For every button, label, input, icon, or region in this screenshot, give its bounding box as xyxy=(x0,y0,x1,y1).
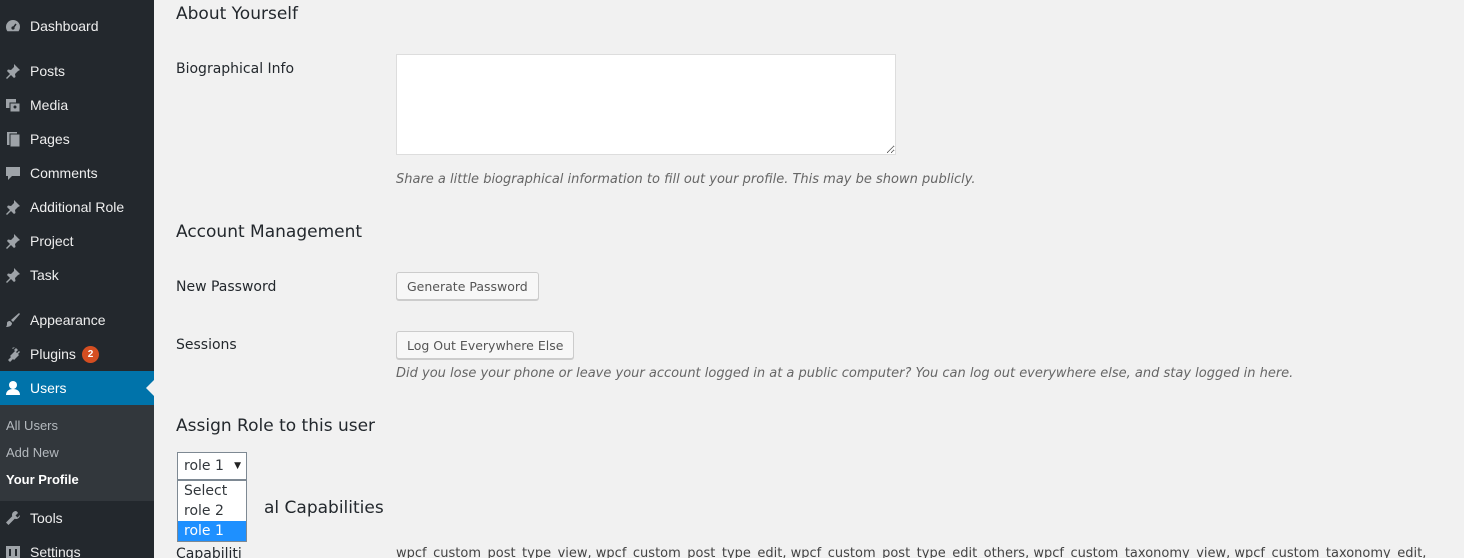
logout-everywhere-button[interactable]: Log Out Everywhere Else xyxy=(396,331,575,359)
sidebar-item-posts[interactable]: Posts xyxy=(0,54,154,88)
sidebar-item-label: Task xyxy=(30,267,59,283)
role-select[interactable]: role 1 ▼ xyxy=(177,452,247,480)
role-option-role-2[interactable]: role 2 xyxy=(178,501,246,521)
sidebar-item-label: Plugins xyxy=(30,346,76,362)
brush-icon xyxy=(4,311,22,329)
sidebar-item-dashboard[interactable]: Dashboard xyxy=(0,9,154,43)
sidebar-item-label: Users xyxy=(30,380,67,396)
section-title-assign-role: Assign Role to this user xyxy=(176,416,376,436)
wrench-icon xyxy=(4,509,22,527)
dashboard-icon xyxy=(4,17,22,35)
sidebar-item-label: Tools xyxy=(30,510,63,526)
pin-icon xyxy=(4,232,22,250)
section-title-account: Account Management xyxy=(176,222,363,242)
sidebar-item-label: Posts xyxy=(30,63,66,79)
sidebar-item-users[interactable]: Users xyxy=(0,371,154,405)
sidebar-item-label: Dashboard xyxy=(30,18,99,34)
new-password-label: New Password xyxy=(176,279,277,295)
sidebar-item-label: Project xyxy=(30,233,74,249)
settings-icon xyxy=(4,543,22,558)
submenu-item-all-users[interactable]: All Users xyxy=(6,418,58,433)
sessions-label: Sessions xyxy=(176,337,237,353)
sidebar-item-additional-role[interactable]: Additional Role xyxy=(0,190,154,224)
sidebar-item-label: Additional Role xyxy=(30,199,125,215)
update-count-badge: 2 xyxy=(82,346,99,363)
capabilities-label: Capabiliti xyxy=(176,546,242,558)
users-submenu: All Users Add New Your Profile xyxy=(0,405,154,501)
role-option-select[interactable]: Select xyxy=(178,481,246,501)
submenu-item-add-new[interactable]: Add New xyxy=(6,445,59,460)
sidebar-item-label: Appearance xyxy=(30,312,106,328)
sidebar-item-pages[interactable]: Pages xyxy=(0,122,154,156)
sidebar-item-label: Media xyxy=(30,97,69,113)
pin-icon xyxy=(4,62,22,80)
comment-icon xyxy=(4,164,22,182)
bio-label: Biographical Info xyxy=(176,61,295,77)
sidebar-item-appearance[interactable]: Appearance xyxy=(0,303,154,337)
sidebar-item-plugins[interactable]: Plugins 2 xyxy=(0,337,154,371)
user-icon xyxy=(4,379,22,397)
sidebar-item-media[interactable]: Media xyxy=(0,88,154,122)
sessions-description: Did you lose your phone or leave your ac… xyxy=(396,366,1294,381)
dropdown-arrow-icon: ▼ xyxy=(234,461,241,471)
sidebar-item-label: Comments xyxy=(30,165,98,181)
generate-password-button[interactable]: Generate Password xyxy=(396,272,539,300)
pin-icon xyxy=(4,266,22,284)
pin-icon xyxy=(4,198,22,216)
media-icon xyxy=(4,96,22,114)
pages-icon xyxy=(4,130,22,148)
capabilities-list: wpcf_custom_post_type_view, wpcf_custom_… xyxy=(396,546,1427,558)
bio-textarea[interactable] xyxy=(396,54,896,155)
sidebar-item-task[interactable]: Task xyxy=(0,258,154,292)
bio-description: Share a little biographical information … xyxy=(396,172,976,187)
section-title-capabilities: al Capabilities xyxy=(264,498,384,518)
sidebar-item-label: Pages xyxy=(30,131,70,147)
sidebar-item-tools[interactable]: Tools xyxy=(0,501,154,535)
active-indicator-arrow xyxy=(146,380,154,396)
submenu-item-your-profile[interactable]: Your Profile xyxy=(6,472,79,487)
plugin-icon xyxy=(4,345,22,363)
section-title-about: About Yourself xyxy=(176,4,298,24)
sidebar-item-comments[interactable]: Comments xyxy=(0,156,154,190)
sidebar-item-project[interactable]: Project xyxy=(0,224,154,258)
role-select-value: role 1 xyxy=(184,458,224,474)
admin-sidebar: Dashboard Posts Media Pages Comments Add… xyxy=(0,0,154,558)
role-dropdown-list: Select role 2 role 1 xyxy=(177,480,247,542)
role-option-role-1[interactable]: role 1 xyxy=(178,521,246,541)
sidebar-item-label: Settings xyxy=(30,544,81,558)
sidebar-item-settings[interactable]: Settings xyxy=(0,535,154,558)
